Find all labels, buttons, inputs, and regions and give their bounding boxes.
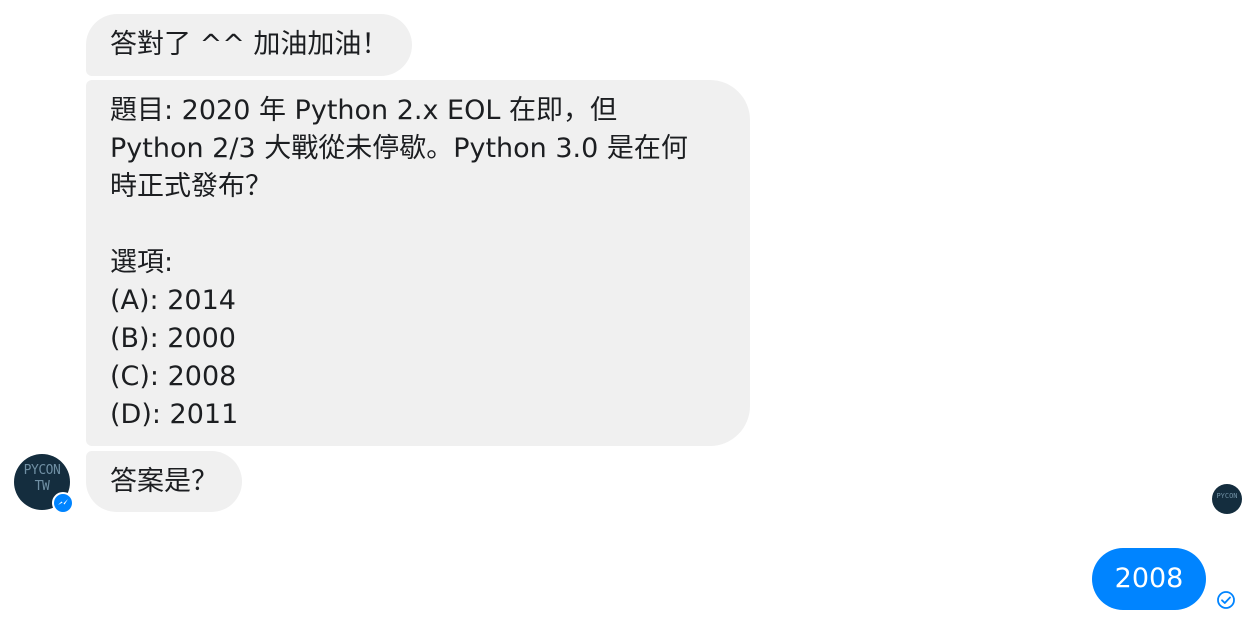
avatar-logo-text: PYCON bbox=[23, 463, 61, 478]
question-line: 題目: 2020 年 Python 2.x EOL 在即，但 bbox=[110, 95, 617, 126]
received-message-congrats[interactable]: 答對了 ^^ 加油加油！ bbox=[86, 14, 413, 76]
message-text: 2008 bbox=[1114, 563, 1184, 594]
received-message-prompt[interactable]: 答案是？ bbox=[86, 451, 242, 512]
received-message-question[interactable]: 題目: 2020 年 Python 2.x EOL 在即，但 Python 2/… bbox=[86, 80, 750, 446]
option-d: (D): 2011 bbox=[110, 399, 239, 430]
message-text: 答對了 ^^ 加油加油！ bbox=[110, 29, 389, 60]
option-c: (C): 2008 bbox=[110, 361, 237, 392]
question-line: Python 2/3 大戰從未停歇。Python 3.0 是在何 bbox=[110, 133, 688, 164]
question-line: 時正式發布？ bbox=[110, 171, 272, 202]
messenger-icon bbox=[52, 492, 74, 514]
sent-message[interactable]: 2008 bbox=[1092, 548, 1206, 610]
seen-by-avatar: PYCON bbox=[1212, 484, 1242, 514]
avatar-logo-text: PYCON bbox=[1216, 492, 1238, 500]
message-text: 答案是？ bbox=[110, 466, 218, 497]
options-heading: 選項: bbox=[110, 247, 174, 278]
option-a: (A): 2014 bbox=[110, 285, 236, 316]
option-b: (B): 2000 bbox=[110, 323, 236, 354]
check-circle-icon bbox=[1217, 591, 1235, 609]
